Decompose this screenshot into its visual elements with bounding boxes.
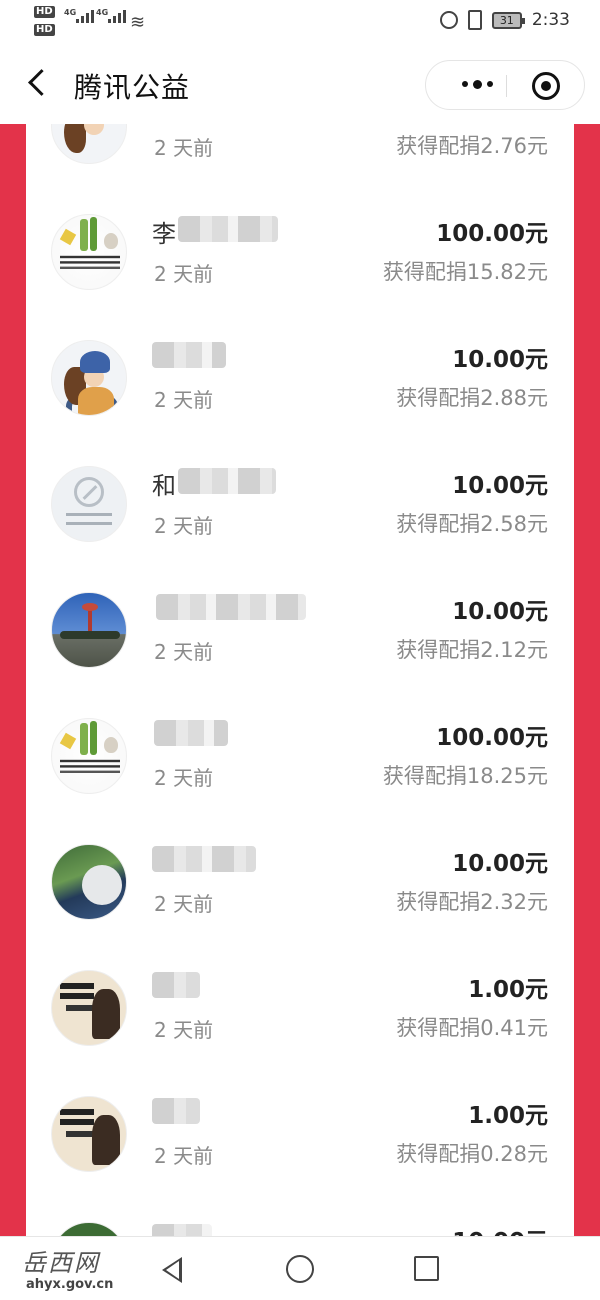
more-dots-icon[interactable]	[462, 79, 493, 89]
network-label-1: 4G	[64, 8, 77, 17]
miniprogram-capsule	[425, 60, 585, 110]
donation-time: 2 天前	[154, 892, 214, 916]
matched-donation: 获得配捐15.82元	[382, 260, 548, 284]
system-nav-bar: 岳西网 ahyx.gov.cn	[0, 1236, 600, 1300]
name-blur-mask	[178, 216, 278, 242]
donation-amount: 10.00元	[452, 1222, 548, 1236]
capsule-divider	[506, 75, 507, 97]
back-arrow-icon[interactable]	[26, 68, 46, 98]
donor-avatar	[51, 844, 127, 920]
status-time: 2:33	[531, 10, 570, 30]
donor-avatar	[51, 592, 127, 668]
name-blur-mask	[178, 468, 276, 494]
donor-name: 李	[152, 220, 176, 248]
donation-amount: 100.00元	[436, 221, 548, 247]
name-blur-mask	[152, 1224, 212, 1236]
donation-amount: 1.00元	[468, 1103, 548, 1129]
status-bar: HD HD 4G 4G ≋ 31 2:33	[0, 0, 600, 46]
matched-donation: 获得配捐2.12元	[396, 638, 548, 662]
donation-row[interactable]: 2 天前 1.00元 获得配捐0.28元	[26, 1076, 574, 1202]
donation-row[interactable]: 2 天前 获得配捐2.76元	[26, 124, 574, 194]
matched-donation: 获得配捐2.76元	[396, 134, 548, 158]
donation-time: 2 天前	[154, 136, 214, 160]
donation-row[interactable]: 2 天前 10.00元 获得配捐2.32元	[26, 824, 574, 950]
donation-row[interactable]: 2 天前 10.00元 获得配捐2.88元	[26, 320, 574, 446]
donation-amount: 10.00元	[452, 599, 548, 625]
name-blur-mask	[152, 1098, 200, 1124]
donor-avatar	[51, 1096, 127, 1172]
status-left: HD HD 4G 4G ≋	[34, 6, 164, 40]
donation-amount: 10.00元	[452, 347, 548, 373]
donation-row[interactable]: 李 2 天前 100.00元 获得配捐15.82元	[26, 194, 574, 320]
donor-avatar	[51, 466, 127, 542]
donation-amount: 100.00元	[436, 725, 548, 751]
donor-avatar	[51, 340, 127, 416]
matched-donation: 获得配捐2.32元	[396, 890, 548, 914]
donation-row[interactable]: 和 2 天前 10.00元 获得配捐2.58元	[26, 446, 574, 572]
page-title: 腾讯公益	[74, 71, 191, 104]
donation-time: 2 天前	[154, 1144, 214, 1168]
donation-amount: 1.00元	[468, 977, 548, 1003]
donation-amount: 10.00元	[452, 851, 548, 877]
name-blur-mask	[156, 594, 306, 620]
watermark-logo: 岳西网	[22, 1249, 100, 1277]
matched-donation: 获得配捐0.28元	[396, 1142, 548, 1166]
donation-row[interactable]: 10.00元	[26, 1202, 574, 1236]
donor-name: 和	[152, 472, 176, 500]
nav-recents-square-icon[interactable]	[414, 1256, 439, 1281]
matched-donation: 获得配捐2.88元	[396, 386, 548, 410]
name-blur-mask	[152, 846, 256, 872]
name-blur-mask	[152, 342, 226, 368]
hd-badge-1: HD	[34, 6, 55, 18]
donor-avatar	[51, 214, 127, 290]
matched-donation: 获得配捐2.58元	[396, 512, 548, 536]
signal-icon-2	[108, 10, 126, 23]
donation-time: 2 天前	[154, 640, 214, 664]
name-blur-mask	[152, 972, 200, 998]
hd-badge-2: HD	[34, 24, 55, 36]
matched-donation: 获得配捐18.25元	[382, 764, 548, 788]
donation-row[interactable]: 2 天前 10.00元 获得配捐2.12元	[26, 572, 574, 698]
donor-avatar	[51, 1222, 127, 1236]
battery-icon: 31	[491, 11, 525, 29]
status-right: 31 2:33	[439, 10, 570, 30]
donation-amount: 10.00元	[452, 473, 548, 499]
watermark-url: ahyx.gov.cn	[26, 1277, 114, 1292]
vibrate-icon	[467, 10, 482, 30]
donor-avatar	[51, 970, 127, 1046]
donation-time: 2 天前	[154, 388, 214, 412]
nav-bar: 腾讯公益	[0, 46, 600, 124]
donor-avatar	[51, 718, 127, 794]
donation-list: 2 天前 获得配捐2.76元 李 2 天前 100.00元 获得配捐15.82元…	[26, 124, 574, 1236]
name-blur-mask	[154, 720, 228, 746]
wifi-icon: ≋	[130, 12, 146, 33]
network-label-2: 4G	[96, 8, 109, 17]
donation-row[interactable]: 2 天前 1.00元 获得配捐0.41元	[26, 950, 574, 1076]
close-miniprogram-icon[interactable]	[532, 72, 560, 100]
alarm-icon	[439, 11, 458, 29]
donation-row[interactable]: 2 天前 100.00元 获得配捐18.25元	[26, 698, 574, 824]
donation-time: 2 天前	[154, 514, 214, 538]
matched-donation: 获得配捐0.41元	[396, 1016, 548, 1040]
nav-home-circle-icon[interactable]	[286, 1255, 314, 1283]
donation-time: 2 天前	[154, 1018, 214, 1042]
signal-icon-1	[76, 10, 94, 23]
nav-back-triangle-icon[interactable]	[158, 1255, 184, 1283]
donor-avatar	[51, 124, 127, 164]
donation-time: 2 天前	[154, 262, 214, 286]
donation-time: 2 天前	[154, 766, 214, 790]
